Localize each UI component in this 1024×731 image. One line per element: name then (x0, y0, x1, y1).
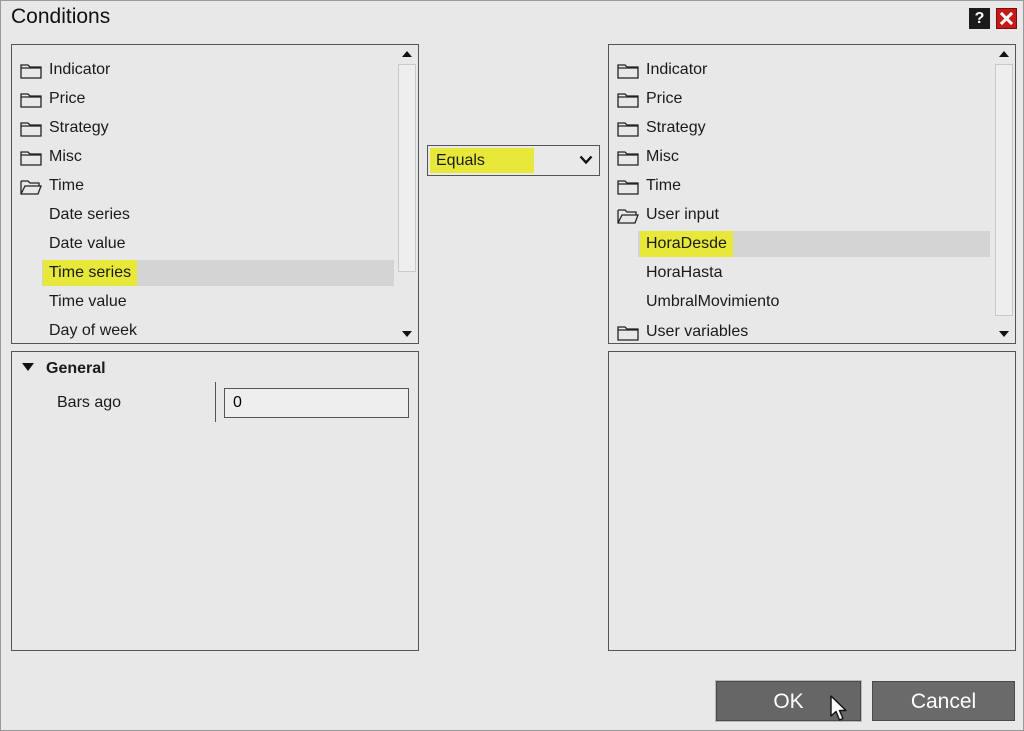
folder-icon (20, 151, 42, 166)
close-button[interactable] (996, 8, 1017, 29)
scroll-up-arrow-icon[interactable] (999, 51, 1009, 57)
properties-panel: General Bars ago (11, 351, 419, 651)
folder-open-icon (20, 180, 42, 195)
tree-item-label: Indicator (646, 61, 708, 78)
help-button[interactable]: ? (969, 8, 990, 29)
tree-item-label: Date series (49, 206, 130, 223)
group-title: General (46, 360, 106, 377)
tree-item-label: User input (646, 206, 719, 223)
tree-item-label: Misc (646, 148, 679, 165)
tree-item-label: Time (49, 177, 84, 194)
tree-item-label: User variables (646, 323, 749, 340)
collapse-triangle-icon[interactable] (22, 363, 34, 371)
tree-item-label: HoraHasta (646, 264, 723, 281)
tree-item-label: Time (646, 177, 681, 194)
tree-item-label: HoraDesde (640, 231, 733, 257)
folder-icon (617, 122, 639, 137)
tree-item-label: Price (646, 90, 683, 107)
scroll-thumb[interactable] (995, 64, 1013, 316)
cancel-button[interactable]: Cancel (872, 681, 1015, 721)
left-tree-scrollbar[interactable] (397, 46, 417, 342)
tree-item-label: Indicator (49, 61, 111, 78)
scroll-thumb[interactable] (398, 64, 416, 272)
tree-item-label: Misc (49, 148, 82, 165)
tree-item-label: Day of week (49, 322, 138, 339)
tree-item-label: UmbralMovimiento (646, 293, 780, 310)
folder-icon (617, 326, 639, 341)
right-tree-scrollbar[interactable] (994, 46, 1014, 342)
folder-icon (20, 122, 42, 137)
folder-icon (20, 93, 42, 108)
scroll-down-arrow-icon[interactable] (999, 331, 1009, 337)
bars-ago-label: Bars ago (57, 394, 122, 411)
tree-item-label: Price (49, 90, 86, 107)
window-title: Conditions (11, 5, 111, 28)
operator-dropdown[interactable]: Equals (427, 145, 600, 176)
tree-item-label: Strategy (49, 119, 109, 136)
mouse-pointer-icon (830, 695, 847, 721)
folder-icon (20, 64, 42, 79)
operator-value: Equals (430, 148, 534, 173)
properties-group-general[interactable]: General (22, 360, 106, 378)
folder-icon (617, 151, 639, 166)
left-condition-tree[interactable]: Indicator Price Strategy Misc Time Date … (11, 44, 419, 344)
scroll-down-arrow-icon[interactable] (402, 331, 412, 337)
right-condition-tree[interactable]: Indicator Price Strategy Misc Time User … (608, 44, 1016, 344)
folder-icon (617, 180, 639, 195)
conditions-dialog: Conditions ? Indicator Price Strategy Mi… (0, 0, 1024, 731)
tree-item-label: Time series (43, 260, 138, 286)
folder-icon (617, 64, 639, 79)
tree-item-label: Strategy (646, 119, 706, 136)
close-icon (1000, 12, 1013, 25)
bars-ago-input[interactable] (224, 388, 409, 418)
folder-icon (617, 93, 639, 108)
tree-item-label: Date value (49, 235, 126, 252)
tree-item-label: Time value (49, 293, 127, 310)
chevron-down-icon (579, 155, 593, 165)
folder-open-icon (617, 209, 639, 224)
column-divider[interactable] (215, 382, 216, 422)
right-properties-panel (608, 351, 1016, 651)
scroll-up-arrow-icon[interactable] (402, 51, 412, 57)
